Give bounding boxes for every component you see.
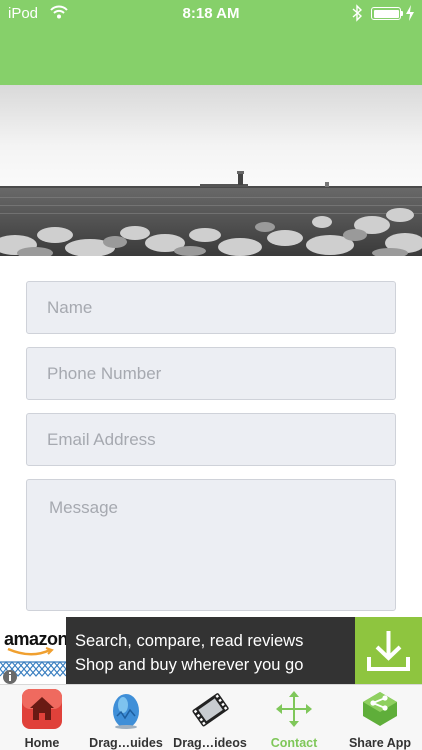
ad-copy: Search, compare, read reviews Shop and b… bbox=[75, 629, 303, 677]
ad-line-2: Shop and buy wherever you go bbox=[75, 656, 304, 674]
ad-download-button[interactable] bbox=[355, 617, 422, 684]
tab-bar: Home Drag…uides Drag…ideos Contact Share… bbox=[0, 684, 422, 750]
phone-field[interactable] bbox=[27, 348, 395, 399]
status-bar: iPod 8:18 AM bbox=[0, 0, 422, 28]
ad-pattern bbox=[0, 659, 66, 684]
amazon-logo: amazon bbox=[0, 617, 66, 684]
name-field-container bbox=[26, 281, 396, 334]
move-arrows-icon bbox=[276, 691, 312, 727]
phone-field-container bbox=[26, 347, 396, 400]
app-header: iPod 8:18 AM bbox=[0, 0, 422, 85]
contact-form bbox=[26, 281, 396, 624]
battery-icon bbox=[371, 7, 401, 20]
tab-dragon-guides-label: Drag…uides bbox=[89, 736, 163, 750]
tab-contact[interactable]: Contact bbox=[252, 685, 336, 750]
bluetooth-icon bbox=[352, 4, 362, 22]
email-field-container bbox=[26, 413, 396, 466]
tab-share-app[interactable]: Share App bbox=[338, 685, 422, 750]
video-icon bbox=[192, 693, 229, 727]
tab-home[interactable]: Home bbox=[0, 685, 84, 750]
tab-contact-label: Contact bbox=[270, 736, 318, 750]
tab-dragon-videos-label: Drag…ideos bbox=[173, 736, 247, 750]
tab-dragon-guides[interactable]: Drag…uides bbox=[84, 685, 168, 750]
hero-image bbox=[0, 85, 422, 256]
ad-line-1: Search, compare, read reviews bbox=[75, 632, 304, 650]
email-field[interactable] bbox=[27, 414, 395, 465]
message-field-container bbox=[26, 479, 396, 611]
dragon-egg-icon bbox=[113, 694, 139, 729]
amazon-smile-icon bbox=[7, 647, 54, 656]
ad-banner[interactable]: amazon Search, compare, read reviews Sho… bbox=[0, 617, 422, 684]
tab-share-app-label: Share App bbox=[348, 736, 412, 750]
home-icon bbox=[22, 689, 62, 729]
name-field[interactable] bbox=[27, 282, 395, 333]
share-icon bbox=[363, 692, 397, 726]
tab-home-label: Home bbox=[24, 736, 60, 750]
battery-nub bbox=[401, 11, 403, 16]
tab-dragon-videos[interactable]: Drag…ideos bbox=[168, 685, 252, 750]
message-field[interactable] bbox=[27, 480, 395, 610]
charging-icon bbox=[406, 5, 414, 21]
download-icon bbox=[367, 631, 410, 671]
